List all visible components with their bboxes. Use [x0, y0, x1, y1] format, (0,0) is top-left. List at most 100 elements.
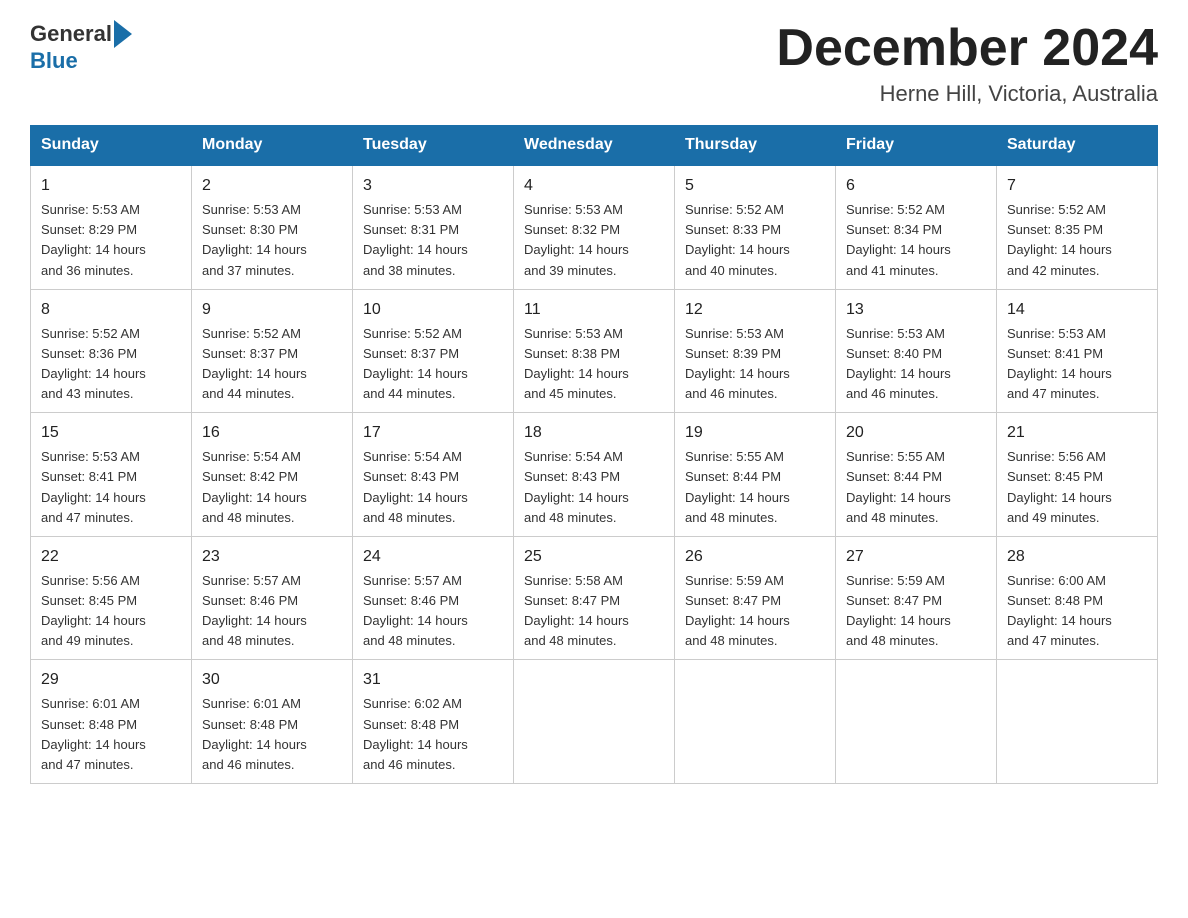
day-info: Sunrise: 5:52 AMSunset: 8:34 PMDaylight:… — [846, 200, 986, 281]
calendar-cell: 14Sunrise: 5:53 AMSunset: 8:41 PMDayligh… — [997, 289, 1158, 413]
calendar-week-row: 1Sunrise: 5:53 AMSunset: 8:29 PMDaylight… — [31, 165, 1158, 289]
weekday-header-monday: Monday — [192, 126, 353, 166]
day-number: 29 — [41, 668, 181, 692]
calendar-cell: 31Sunrise: 6:02 AMSunset: 8:48 PMDayligh… — [353, 660, 514, 784]
calendar-cell: 22Sunrise: 5:56 AMSunset: 8:45 PMDayligh… — [31, 536, 192, 660]
day-number: 26 — [685, 545, 825, 569]
day-number: 15 — [41, 421, 181, 445]
day-number: 3 — [363, 174, 503, 198]
calendar-cell: 3Sunrise: 5:53 AMSunset: 8:31 PMDaylight… — [353, 165, 514, 289]
day-info: Sunrise: 5:53 AMSunset: 8:41 PMDaylight:… — [1007, 324, 1147, 405]
calendar-cell: 11Sunrise: 5:53 AMSunset: 8:38 PMDayligh… — [514, 289, 675, 413]
day-number: 12 — [685, 298, 825, 322]
day-info: Sunrise: 6:01 AMSunset: 8:48 PMDaylight:… — [202, 694, 342, 775]
day-number: 11 — [524, 298, 664, 322]
calendar-cell: 12Sunrise: 5:53 AMSunset: 8:39 PMDayligh… — [675, 289, 836, 413]
day-number: 25 — [524, 545, 664, 569]
calendar-cell: 18Sunrise: 5:54 AMSunset: 8:43 PMDayligh… — [514, 413, 675, 537]
day-number: 13 — [846, 298, 986, 322]
calendar-week-row: 29Sunrise: 6:01 AMSunset: 8:48 PMDayligh… — [31, 660, 1158, 784]
day-info: Sunrise: 6:00 AMSunset: 8:48 PMDaylight:… — [1007, 571, 1147, 652]
weekday-header-saturday: Saturday — [997, 126, 1158, 166]
day-info: Sunrise: 6:02 AMSunset: 8:48 PMDaylight:… — [363, 694, 503, 775]
day-info: Sunrise: 5:54 AMSunset: 8:43 PMDaylight:… — [363, 447, 503, 528]
day-info: Sunrise: 5:53 AMSunset: 8:30 PMDaylight:… — [202, 200, 342, 281]
calendar-cell — [514, 660, 675, 784]
day-number: 28 — [1007, 545, 1147, 569]
calendar-cell: 24Sunrise: 5:57 AMSunset: 8:46 PMDayligh… — [353, 536, 514, 660]
page-header: General Blue December 2024 Herne Hill, V… — [30, 20, 1158, 107]
logo-blue-text: Blue — [30, 48, 78, 73]
calendar-cell: 17Sunrise: 5:54 AMSunset: 8:43 PMDayligh… — [353, 413, 514, 537]
day-info: Sunrise: 5:53 AMSunset: 8:31 PMDaylight:… — [363, 200, 503, 281]
day-info: Sunrise: 5:52 AMSunset: 8:35 PMDaylight:… — [1007, 200, 1147, 281]
day-info: Sunrise: 6:01 AMSunset: 8:48 PMDaylight:… — [41, 694, 181, 775]
calendar-cell — [675, 660, 836, 784]
day-info: Sunrise: 5:53 AMSunset: 8:38 PMDaylight:… — [524, 324, 664, 405]
calendar-cell: 9Sunrise: 5:52 AMSunset: 8:37 PMDaylight… — [192, 289, 353, 413]
weekday-header-sunday: Sunday — [31, 126, 192, 166]
day-number: 27 — [846, 545, 986, 569]
calendar-cell: 19Sunrise: 5:55 AMSunset: 8:44 PMDayligh… — [675, 413, 836, 537]
day-number: 19 — [685, 421, 825, 445]
calendar-cell: 6Sunrise: 5:52 AMSunset: 8:34 PMDaylight… — [836, 165, 997, 289]
day-number: 7 — [1007, 174, 1147, 198]
calendar-cell: 4Sunrise: 5:53 AMSunset: 8:32 PMDaylight… — [514, 165, 675, 289]
day-number: 22 — [41, 545, 181, 569]
calendar-cell — [836, 660, 997, 784]
day-info: Sunrise: 5:52 AMSunset: 8:37 PMDaylight:… — [202, 324, 342, 405]
calendar-week-row: 22Sunrise: 5:56 AMSunset: 8:45 PMDayligh… — [31, 536, 1158, 660]
day-info: Sunrise: 5:53 AMSunset: 8:40 PMDaylight:… — [846, 324, 986, 405]
day-info: Sunrise: 5:52 AMSunset: 8:36 PMDaylight:… — [41, 324, 181, 405]
day-info: Sunrise: 5:53 AMSunset: 8:29 PMDaylight:… — [41, 200, 181, 281]
weekday-header-wednesday: Wednesday — [514, 126, 675, 166]
day-info: Sunrise: 5:56 AMSunset: 8:45 PMDaylight:… — [1007, 447, 1147, 528]
day-info: Sunrise: 5:52 AMSunset: 8:37 PMDaylight:… — [363, 324, 503, 405]
page-title: December 2024 — [776, 20, 1158, 77]
calendar-cell: 25Sunrise: 5:58 AMSunset: 8:47 PMDayligh… — [514, 536, 675, 660]
calendar-body: 1Sunrise: 5:53 AMSunset: 8:29 PMDaylight… — [31, 165, 1158, 783]
day-number: 8 — [41, 298, 181, 322]
weekday-header-friday: Friday — [836, 126, 997, 166]
day-number: 14 — [1007, 298, 1147, 322]
day-number: 20 — [846, 421, 986, 445]
calendar-cell: 20Sunrise: 5:55 AMSunset: 8:44 PMDayligh… — [836, 413, 997, 537]
day-info: Sunrise: 5:57 AMSunset: 8:46 PMDaylight:… — [202, 571, 342, 652]
day-info: Sunrise: 5:56 AMSunset: 8:45 PMDaylight:… — [41, 571, 181, 652]
day-info: Sunrise: 5:55 AMSunset: 8:44 PMDaylight:… — [846, 447, 986, 528]
day-number: 10 — [363, 298, 503, 322]
calendar-cell: 16Sunrise: 5:54 AMSunset: 8:42 PMDayligh… — [192, 413, 353, 537]
day-number: 24 — [363, 545, 503, 569]
day-info: Sunrise: 5:53 AMSunset: 8:41 PMDaylight:… — [41, 447, 181, 528]
day-number: 4 — [524, 174, 664, 198]
calendar-cell: 2Sunrise: 5:53 AMSunset: 8:30 PMDaylight… — [192, 165, 353, 289]
day-number: 18 — [524, 421, 664, 445]
calendar-cell: 8Sunrise: 5:52 AMSunset: 8:36 PMDaylight… — [31, 289, 192, 413]
calendar-cell: 23Sunrise: 5:57 AMSunset: 8:46 PMDayligh… — [192, 536, 353, 660]
day-info: Sunrise: 5:52 AMSunset: 8:33 PMDaylight:… — [685, 200, 825, 281]
calendar-table: SundayMondayTuesdayWednesdayThursdayFrid… — [30, 125, 1158, 784]
day-number: 31 — [363, 668, 503, 692]
day-info: Sunrise: 5:59 AMSunset: 8:47 PMDaylight:… — [846, 571, 986, 652]
logo-arrow-icon — [114, 20, 132, 48]
day-number: 21 — [1007, 421, 1147, 445]
day-info: Sunrise: 5:53 AMSunset: 8:32 PMDaylight:… — [524, 200, 664, 281]
logo-general-text: General — [30, 21, 112, 47]
day-number: 23 — [202, 545, 342, 569]
day-info: Sunrise: 5:54 AMSunset: 8:42 PMDaylight:… — [202, 447, 342, 528]
location-subtitle: Herne Hill, Victoria, Australia — [776, 81, 1158, 107]
calendar-cell: 7Sunrise: 5:52 AMSunset: 8:35 PMDaylight… — [997, 165, 1158, 289]
calendar-cell: 10Sunrise: 5:52 AMSunset: 8:37 PMDayligh… — [353, 289, 514, 413]
calendar-cell: 29Sunrise: 6:01 AMSunset: 8:48 PMDayligh… — [31, 660, 192, 784]
day-number: 5 — [685, 174, 825, 198]
day-number: 6 — [846, 174, 986, 198]
calendar-cell: 30Sunrise: 6:01 AMSunset: 8:48 PMDayligh… — [192, 660, 353, 784]
day-number: 17 — [363, 421, 503, 445]
calendar-cell: 5Sunrise: 5:52 AMSunset: 8:33 PMDaylight… — [675, 165, 836, 289]
logo: General Blue — [30, 20, 134, 74]
weekday-header-tuesday: Tuesday — [353, 126, 514, 166]
day-info: Sunrise: 5:57 AMSunset: 8:46 PMDaylight:… — [363, 571, 503, 652]
title-block: December 2024 Herne Hill, Victoria, Aust… — [776, 20, 1158, 107]
day-info: Sunrise: 5:58 AMSunset: 8:47 PMDaylight:… — [524, 571, 664, 652]
day-info: Sunrise: 5:55 AMSunset: 8:44 PMDaylight:… — [685, 447, 825, 528]
